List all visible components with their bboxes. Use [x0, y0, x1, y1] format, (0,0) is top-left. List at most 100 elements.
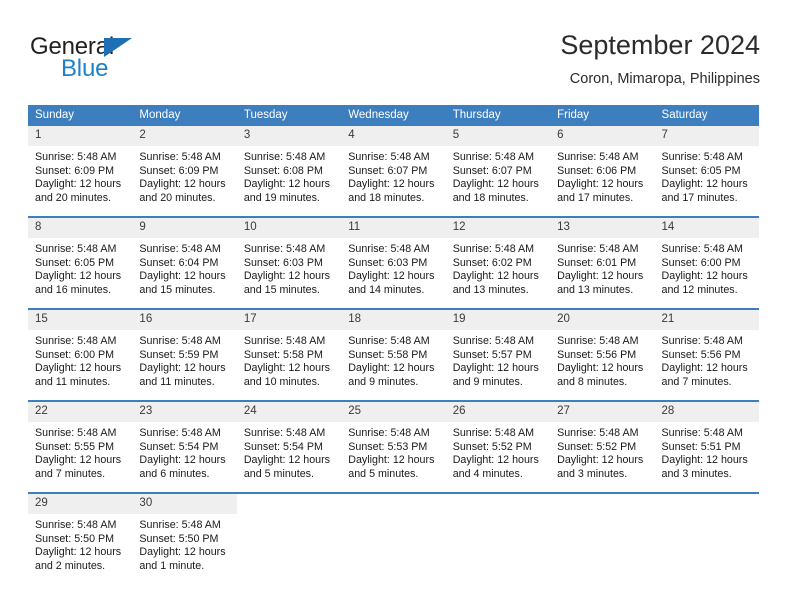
calendar-day-cell[interactable]: 10 Sunrise: 5:48 AM Sunset: 6:03 PM Dayligh… — [236, 218, 342, 308]
sunset-time: Sunset: 5:52 PM — [557, 440, 637, 453]
daylight-duration-line2: and 20 minutes. — [35, 191, 112, 204]
day-number: 20 — [550, 310, 655, 330]
calendar-empty-cell — [341, 494, 445, 584]
calendar-day-cell[interactable]: 28 Sunrise: 5:48 AM Sunset: 5:51 PM Dayligh… — [654, 402, 759, 492]
calendar-day-cell[interactable]: 13 Sunrise: 5:48 AM Sunset: 6:01 PM Dayligh… — [550, 218, 655, 308]
calendar-day-cell[interactable]: 18 Sunrise: 5:48 AM Sunset: 5:58 PM Dayligh… — [341, 310, 446, 400]
daylight-duration-line1: Daylight: 12 hours — [348, 178, 435, 191]
day-details: Sunrise: 5:48 AM Sunset: 5:54 PM Daylight:… — [132, 422, 236, 481]
calendar-day-cell[interactable]: 6 Sunrise: 5:48 AM Sunset: 6:06 PM Daylight… — [550, 126, 655, 216]
day-details: Sunrise: 5:48 AM Sunset: 5:52 PM Daylight:… — [550, 422, 654, 481]
sunset-time: Sunset: 6:09 PM — [35, 164, 115, 177]
sunrise-time: Sunrise: 5:48 AM — [661, 335, 743, 347]
day-number: 21 — [654, 310, 759, 330]
sunset-time: Sunset: 5:59 PM — [139, 348, 219, 361]
calendar-day-cell[interactable]: 11 Sunrise: 5:48 AM Sunset: 6:03 PM Dayligh… — [341, 218, 446, 308]
day-details: Sunrise: 5:48 AM Sunset: 5:55 PM Daylight:… — [28, 422, 132, 481]
day-number: 10 — [236, 218, 342, 238]
day-number: 7 — [654, 126, 759, 146]
daylight-duration-line1: Daylight: 12 hours — [35, 362, 122, 375]
calendar-body: 1 Sunrise: 5:48 AM Sunset: 6:09 PM Daylight… — [28, 126, 759, 584]
day-details: Sunrise: 5:48 AM Sunset: 6:05 PM Daylight:… — [655, 146, 759, 205]
calendar-day-cell[interactable]: 8 Sunrise: 5:48 AM Sunset: 6:05 PM Daylight… — [28, 218, 133, 308]
calendar-day-cell[interactable]: 1 Sunrise: 5:48 AM Sunset: 6:09 PM Daylight… — [28, 126, 133, 216]
day-number: 27 — [550, 402, 655, 422]
daylight-duration-line2: and 7 minutes. — [35, 467, 106, 480]
calendar-day-cell[interactable]: 20 Sunrise: 5:48 AM Sunset: 5:56 PM Dayligh… — [550, 310, 655, 400]
day-number — [655, 494, 759, 514]
sunset-time: Sunset: 5:53 PM — [348, 440, 428, 453]
calendar-day-cell[interactable]: 23 Sunrise: 5:48 AM Sunset: 5:54 PM Dayligh… — [132, 402, 237, 492]
daylight-duration-line2: and 4 minutes. — [452, 467, 523, 480]
calendar-day-cell[interactable]: 16 Sunrise: 5:48 AM Sunset: 5:59 PM Dayligh… — [132, 310, 237, 400]
page-subtitle-location: Coron, Mimaropa, Philippines — [569, 71, 760, 87]
calendar-day-cell[interactable]: 27 Sunrise: 5:48 AM Sunset: 5:52 PM Dayligh… — [550, 402, 655, 492]
calendar-day-cell[interactable]: 29 Sunrise: 5:48 AM Sunset: 5:50 PM Dayligh… — [28, 494, 133, 584]
calendar-week-row: 22 Sunrise: 5:48 AM Sunset: 5:55 PM Dayligh… — [28, 402, 759, 492]
sunrise-time: Sunrise: 5:48 AM — [243, 243, 326, 255]
sunset-time: Sunset: 6:04 PM — [139, 256, 219, 269]
day-number: 30 — [132, 494, 237, 514]
calendar-day-cell[interactable]: 4 Sunrise: 5:48 AM Sunset: 6:07 PM Daylight… — [341, 126, 446, 216]
sunset-time: Sunset: 6:08 PM — [243, 164, 323, 177]
day-number — [341, 494, 445, 514]
calendar-day-cell[interactable]: 25 Sunrise: 5:48 AM Sunset: 5:53 PM Dayligh… — [341, 402, 446, 492]
page-header: General Blue September 2024 Coron, Mimar… — [28, 28, 760, 98]
day-number: 14 — [654, 218, 759, 238]
calendar-day-cell[interactable]: 30 Sunrise: 5:48 AM Sunset: 5:50 PM Dayligh… — [132, 494, 237, 584]
day-details: Sunrise: 5:48 AM Sunset: 6:03 PM Daylight:… — [237, 238, 341, 297]
day-number: 13 — [550, 218, 655, 238]
calendar-day-cell[interactable]: 2 Sunrise: 5:48 AM Sunset: 6:09 PM Daylight… — [132, 126, 237, 216]
calendar-day-cell[interactable]: 22 Sunrise: 5:48 AM Sunset: 5:55 PM Dayligh… — [28, 402, 133, 492]
sunset-time: Sunset: 5:50 PM — [139, 532, 219, 545]
calendar-day-cell[interactable]: 12 Sunrise: 5:48 AM Sunset: 6:02 PM Dayligh… — [445, 218, 551, 308]
day-number: 29 — [28, 494, 133, 514]
sunset-time: Sunset: 6:00 PM — [661, 256, 741, 269]
daylight-duration-line2: and 14 minutes. — [348, 283, 425, 296]
day-number: 19 — [445, 310, 551, 330]
day-details: Sunrise: 5:48 AM Sunset: 5:53 PM Daylight:… — [341, 422, 445, 481]
day-number: 1 — [28, 126, 133, 146]
daylight-duration-line1: Daylight: 12 hours — [452, 270, 539, 283]
sunrise-time: Sunrise: 5:48 AM — [452, 151, 535, 163]
calendar-day-cell[interactable]: 3 Sunrise: 5:48 AM Sunset: 6:08 PM Daylight… — [236, 126, 342, 216]
calendar-day-cell[interactable]: 15 Sunrise: 5:48 AM Sunset: 6:00 PM Dayligh… — [28, 310, 133, 400]
calendar-day-cell[interactable]: 14 Sunrise: 5:48 AM Sunset: 6:00 PM Dayligh… — [654, 218, 759, 308]
daylight-duration-line2: and 5 minutes. — [348, 467, 419, 480]
sunrise-time: Sunrise: 5:48 AM — [139, 519, 221, 531]
sunset-time: Sunset: 5:52 PM — [452, 440, 532, 453]
sunset-time: Sunset: 5:58 PM — [348, 348, 428, 361]
sunrise-time: Sunrise: 5:48 AM — [661, 151, 743, 163]
daylight-duration-line1: Daylight: 12 hours — [35, 454, 122, 467]
calendar-day-cell[interactable]: 21 Sunrise: 5:48 AM Sunset: 5:56 PM Dayligh… — [654, 310, 759, 400]
day-details: Sunrise: 5:48 AM Sunset: 6:05 PM Daylight:… — [28, 238, 132, 297]
sunrise-time: Sunrise: 5:48 AM — [452, 243, 535, 255]
sunset-time: Sunset: 6:00 PM — [35, 348, 115, 361]
calendar-day-cell[interactable]: 26 Sunrise: 5:48 AM Sunset: 5:52 PM Dayligh… — [445, 402, 551, 492]
title-block: September 2024 Coron, Mimaropa, Philippi… — [560, 28, 760, 90]
sunrise-time: Sunrise: 5:48 AM — [661, 243, 743, 255]
day-number: 12 — [445, 218, 551, 238]
calendar-day-cell[interactable]: 17 Sunrise: 5:48 AM Sunset: 5:58 PM Dayligh… — [236, 310, 342, 400]
sunrise-time: Sunrise: 5:48 AM — [452, 335, 535, 347]
daylight-duration-line2: and 1 minute. — [139, 559, 205, 572]
daylight-duration-line2: and 17 minutes. — [661, 191, 738, 204]
calendar-day-cell[interactable]: 7 Sunrise: 5:48 AM Sunset: 6:05 PM Daylight… — [654, 126, 759, 216]
day-number: 9 — [132, 218, 237, 238]
day-details: Sunrise: 5:48 AM Sunset: 5:56 PM Daylight:… — [655, 330, 759, 389]
daylight-duration-line1: Daylight: 12 hours — [139, 362, 226, 375]
day-details: Sunrise: 5:48 AM Sunset: 5:59 PM Daylight:… — [132, 330, 236, 389]
daylight-duration-line2: and 9 minutes. — [348, 375, 419, 388]
day-number: 4 — [341, 126, 446, 146]
calendar-day-cell[interactable]: 9 Sunrise: 5:48 AM Sunset: 6:04 PM Daylight… — [132, 218, 237, 308]
daylight-duration-line1: Daylight: 12 hours — [35, 546, 122, 559]
calendar-day-cell[interactable]: 24 Sunrise: 5:48 AM Sunset: 5:54 PM Dayligh… — [236, 402, 342, 492]
calendar-day-cell[interactable]: 19 Sunrise: 5:48 AM Sunset: 5:57 PM Dayligh… — [445, 310, 551, 400]
day-number: 3 — [236, 126, 342, 146]
daylight-duration-line1: Daylight: 12 hours — [139, 454, 226, 467]
calendar-day-cell[interactable]: 5 Sunrise: 5:48 AM Sunset: 6:07 PM Daylight… — [445, 126, 551, 216]
calendar-week-row: 1 Sunrise: 5:48 AM Sunset: 6:09 PM Daylight… — [28, 126, 759, 216]
sunset-time: Sunset: 5:58 PM — [243, 348, 323, 361]
day-details: Sunrise: 5:48 AM Sunset: 6:00 PM Daylight:… — [655, 238, 759, 297]
day-details: Sunrise: 5:48 AM Sunset: 5:51 PM Daylight:… — [655, 422, 759, 481]
